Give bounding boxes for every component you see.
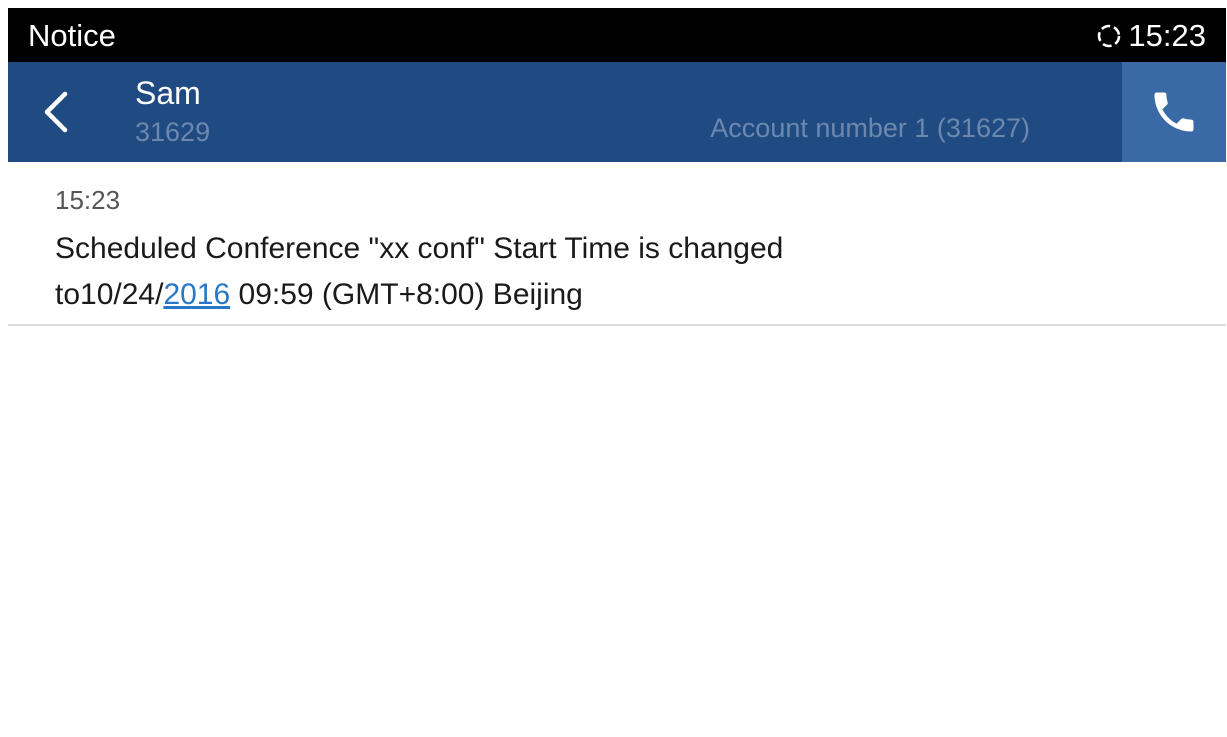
message-time: 15:23 — [55, 185, 121, 215]
account-label: Account number 1 (31627) — [710, 113, 1030, 143]
sync-icon — [1098, 24, 1121, 48]
empty-content-area — [8, 326, 1226, 737]
message-body: Scheduled Conference "xx conf" Start Tim… — [55, 226, 1155, 318]
message-line-1: Scheduled Conference "xx conf" Start Tim… — [55, 232, 784, 265]
contact-number: 31629 — [135, 117, 211, 147]
message-date-link[interactable]: 2016 — [163, 278, 230, 311]
message-text-before-link: to10/24/ — [55, 278, 164, 311]
back-button[interactable] — [30, 82, 82, 142]
call-button[interactable] — [1122, 62, 1226, 162]
status-title: Notice — [28, 18, 116, 53]
chevron-left-icon — [44, 91, 68, 133]
conversation-header: Sam 31629 Account number 1 (31627) — [8, 62, 1226, 162]
message-item[interactable]: 15:23 Scheduled Conference "xx conf" Sta… — [8, 162, 1226, 326]
phone-icon — [1154, 92, 1194, 132]
message-line-2: to10/24/2016 09:59 (GMT+8:00) Beijing — [55, 272, 1155, 318]
message-text-after-link: 09:59 (GMT+8:00) Beijing — [230, 278, 583, 311]
notice-screen: Notice 15:23 Sam 31629 Account number 1 … — [8, 8, 1226, 737]
status-indicators: 15:23 — [1096, 18, 1206, 54]
contact-name: Sam — [135, 75, 201, 111]
status-time: 15:23 — [1128, 18, 1206, 53]
status-bar: Notice 15:23 — [8, 8, 1226, 62]
